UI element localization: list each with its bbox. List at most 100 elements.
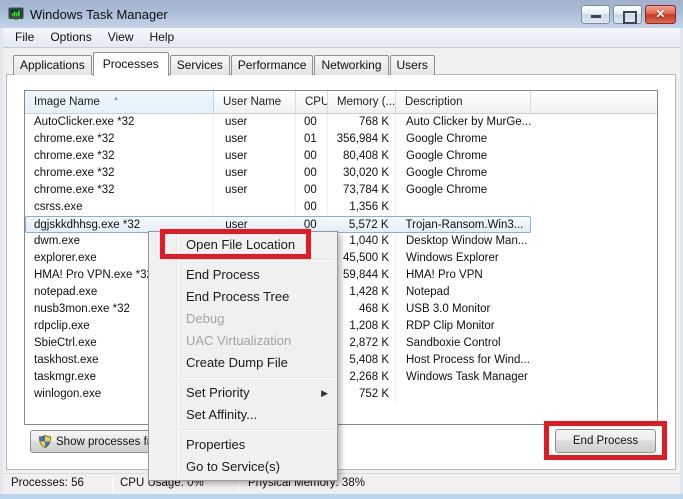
tab-performance[interactable]: Performance <box>231 55 314 75</box>
table-row[interactable]: chrome.exe *32user0030,020 KGoogle Chrom… <box>25 165 657 182</box>
cell-name: chrome.exe *32 <box>25 165 214 182</box>
menu-help[interactable]: Help <box>142 28 183 47</box>
table-row[interactable]: dgjskkdhhsg.exe *32user005,572 KTrojan-R… <box>25 216 657 233</box>
table-body: AutoClicker.exe *32user00768 KAuto Click… <box>25 114 657 403</box>
table-row[interactable]: rdpclip.exe1,208 KRDP Clip Monitor <box>25 318 657 335</box>
menu-item-label: End Process <box>186 267 260 282</box>
menu-item-label: Create Dump File <box>186 355 288 370</box>
column-header-filler <box>531 91 657 113</box>
table-row[interactable]: AutoClicker.exe *32user00768 KAuto Click… <box>25 114 657 131</box>
menu-item-end-process[interactable]: End Process <box>149 264 337 286</box>
cell-description: Windows Explorer <box>396 250 531 267</box>
cell-description <box>396 199 531 216</box>
task-manager-window: Windows Task Manager ✕ File Options View… <box>0 0 683 499</box>
cell-description: Host Process for Wind... <box>396 352 531 369</box>
tab-users[interactable]: Users <box>390 55 435 75</box>
cell-memory: 468 K <box>328 301 396 318</box>
table-row[interactable]: notepad.exe1,428 KNotepad <box>25 284 657 301</box>
tab-applications[interactable]: Applications <box>13 55 92 75</box>
menu-item-set-affinity[interactable]: Set Affinity... <box>149 404 337 426</box>
table-row[interactable]: chrome.exe *32user0080,408 KGoogle Chrom… <box>25 148 657 165</box>
cell-description: Google Chrome <box>396 131 531 148</box>
cell-memory: 5,572 K <box>328 217 396 232</box>
cell-user: user <box>214 114 296 131</box>
cell-description: USB 3.0 Monitor <box>396 301 531 318</box>
tab-processes[interactable]: Processes <box>93 52 169 76</box>
status-processes-count: Processes: 56 <box>11 477 84 489</box>
column-header-description[interactable]: Description <box>396 91 531 113</box>
cell-memory: 1,356 K <box>328 199 396 216</box>
table-row[interactable]: nusb3mon.exe *32468 KUSB 3.0 Monitor <box>25 301 657 318</box>
menu-item-properties[interactable]: Properties <box>149 434 337 456</box>
menu-view[interactable]: View <box>100 28 142 47</box>
cell-description: Windows Task Manager <box>396 369 531 386</box>
table-row[interactable]: dwm.exe1,040 KDesktop Window Man... <box>25 233 657 250</box>
show-all-processes-label: Show processes fro <box>56 436 157 448</box>
context-menu: Open File LocationEnd ProcessEnd Process… <box>148 231 338 481</box>
maximize-icon[interactable] <box>613 5 642 24</box>
process-table: ▲ Image Name User Name CPU Memory (... D… <box>24 90 658 425</box>
cell-memory: 2,872 K <box>328 335 396 352</box>
column-header-memory[interactable]: Memory (... <box>328 91 396 113</box>
cell-cpu: 00 <box>296 199 328 216</box>
menu-separator <box>180 259 334 261</box>
table-row[interactable]: explorer.exe45,500 KWindows Explorer <box>25 250 657 267</box>
table-row[interactable]: SbieCtrl.exe2,872 KSandboxie Control <box>25 335 657 352</box>
menu-separator <box>180 429 334 431</box>
cell-memory: 1,040 K <box>328 233 396 250</box>
tab-networking[interactable]: Networking <box>314 55 388 75</box>
menu-separator <box>180 377 334 379</box>
cell-name: chrome.exe *32 <box>25 148 214 165</box>
window-border-left <box>0 28 3 494</box>
column-header-user-name[interactable]: User Name <box>214 91 296 113</box>
cell-cpu: 00 <box>296 148 328 165</box>
menu-item-label: Set Priority <box>186 385 250 400</box>
table-row[interactable]: chrome.exe *32user0073,784 KGoogle Chrom… <box>25 182 657 199</box>
titlebar[interactable]: Windows Task Manager ✕ <box>0 0 683 28</box>
table-row[interactable]: HMA! Pro VPN.exe *3259,844 KHMA! Pro VPN <box>25 267 657 284</box>
menu-item-create-dump-file[interactable]: Create Dump File <box>149 352 337 374</box>
cell-name: chrome.exe *32 <box>25 131 214 148</box>
menu-options[interactable]: Options <box>42 28 99 47</box>
menu-file[interactable]: File <box>7 28 42 47</box>
cell-description: Sandboxie Control <box>396 335 531 352</box>
cell-memory: 5,408 K <box>328 352 396 369</box>
cell-memory: 1,208 K <box>328 318 396 335</box>
cell-user: user <box>214 148 296 165</box>
table-row[interactable]: taskmgr.exe2,268 KWindows Task Manager <box>25 369 657 386</box>
submenu-arrow-icon: ▶ <box>321 382 328 404</box>
table-row[interactable]: winlogon.exe752 K <box>25 386 657 403</box>
cell-description: Desktop Window Man... <box>396 233 531 250</box>
window-title: Windows Task Manager <box>30 7 168 22</box>
task-manager-app-icon <box>8 6 24 22</box>
menu-item-set-priority[interactable]: Set Priority ▶ <box>149 382 337 404</box>
table-row[interactable]: chrome.exe *32user01356,984 KGoogle Chro… <box>25 131 657 148</box>
cell-memory: 45,500 K <box>328 250 396 267</box>
highlight-end-process-button <box>544 421 667 460</box>
close-icon[interactable]: ✕ <box>645 5 676 24</box>
highlight-open-file-location <box>160 229 311 259</box>
cell-memory: 1,428 K <box>328 284 396 301</box>
table-row[interactable]: taskhost.exe5,408 KHost Process for Wind… <box>25 352 657 369</box>
table-row[interactable]: csrss.exe001,356 K <box>25 199 657 216</box>
menu-item-label: Debug <box>186 311 224 326</box>
window-border-bottom <box>0 494 683 499</box>
cell-cpu: 01 <box>296 131 328 148</box>
statusbar: Processes: 56 CPU Usage: 0% Physical Mem… <box>3 473 680 494</box>
menu-item-debug: Debug <box>149 308 337 330</box>
cell-description <box>396 386 531 403</box>
window-controls: ✕ <box>581 5 676 24</box>
menu-item-end-process-tree[interactable]: End Process Tree <box>149 286 337 308</box>
column-header-cpu[interactable]: CPU <box>296 91 328 113</box>
cell-user: user <box>214 182 296 199</box>
tab-services[interactable]: Services <box>170 55 230 75</box>
table-header: ▲ Image Name User Name CPU Memory (... D… <box>25 91 657 114</box>
column-header-image-name[interactable]: ▲ Image Name <box>25 91 214 113</box>
cell-description: RDP Clip Monitor <box>396 318 531 335</box>
cell-memory: 73,784 K <box>328 182 396 199</box>
menu-item-go-to-service-s[interactable]: Go to Service(s) <box>149 456 337 478</box>
menu-item-uac-virtualization: UAC Virtualization <box>149 330 337 352</box>
sort-ascending-icon: ▲ <box>113 91 119 110</box>
minimize-icon[interactable] <box>581 5 610 24</box>
cell-description: Notepad <box>396 284 531 301</box>
